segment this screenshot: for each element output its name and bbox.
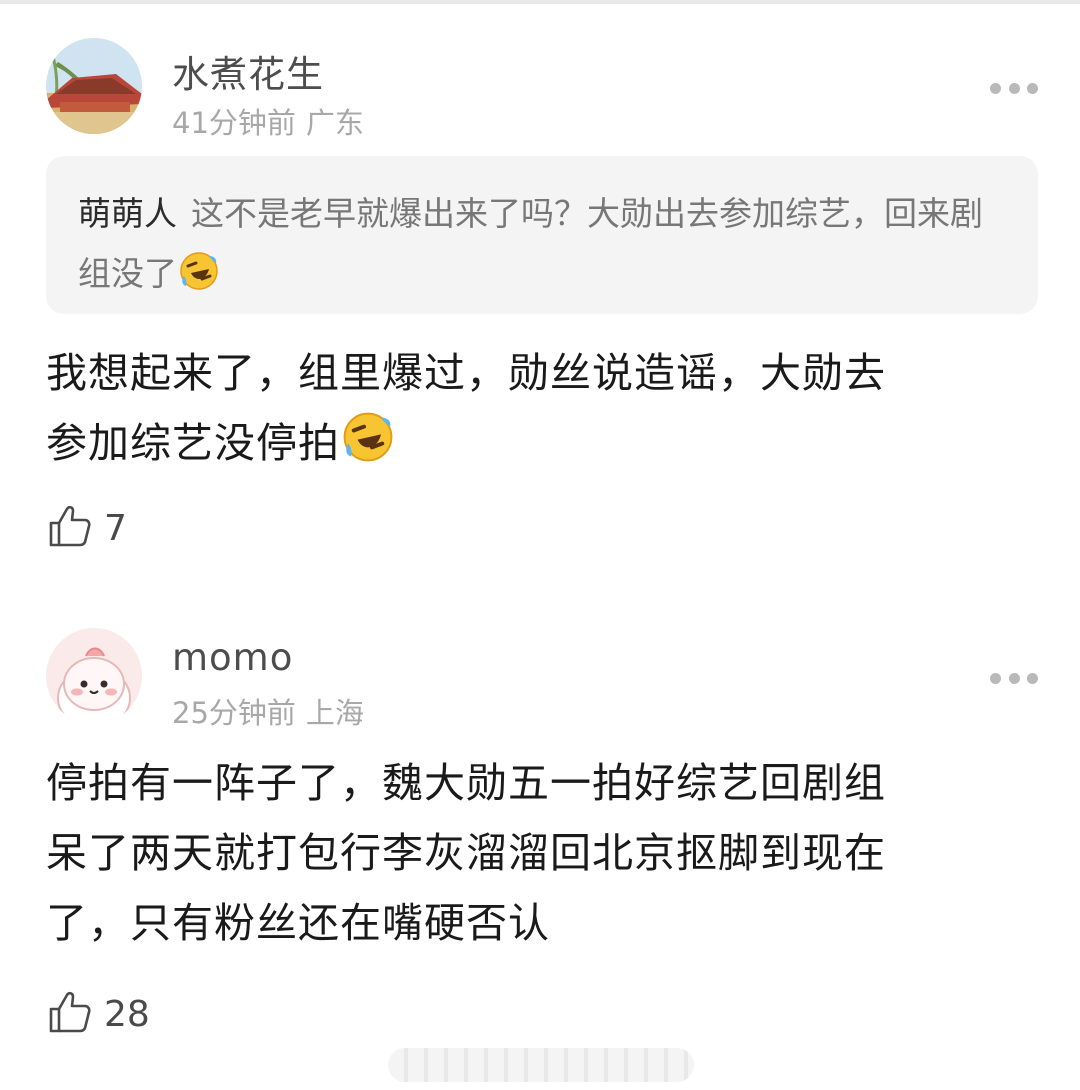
like-button[interactable]: 28 bbox=[48, 990, 150, 1038]
comment-line: 了，只有粉丝还在嘴硬否认 bbox=[46, 899, 550, 947]
pink-bunny-avatar-icon bbox=[46, 628, 142, 724]
comment-location: 上海 bbox=[305, 696, 364, 730]
comment-time: 25分钟前 bbox=[172, 696, 296, 730]
watermark bbox=[388, 1048, 694, 1082]
avatar[interactable] bbox=[46, 628, 142, 724]
thumbs-up-icon bbox=[48, 990, 92, 1038]
username[interactable]: momo bbox=[172, 636, 293, 679]
like-count: 28 bbox=[104, 993, 150, 1035]
more-dots-icon[interactable] bbox=[990, 670, 1038, 686]
comment-line: 呆了两天就打包行李灰溜溜回北京抠脚到现在 bbox=[46, 829, 886, 877]
comment-body: 停拍有一阵子了，魏大勋五一拍好综艺回剧组 呆了两天就打包行李灰溜溜回北京抠脚到现… bbox=[46, 748, 1036, 958]
comment-meta: 25分钟前 上海 bbox=[172, 690, 364, 732]
comment-item: momo 25分钟前 上海 停拍有一阵子了，魏大勋五一拍好综艺回剧组 呆了两天就打… bbox=[0, 0, 1080, 1090]
comment-line: 停拍有一阵子了，魏大勋五一拍好综艺回剧组 bbox=[46, 759, 886, 807]
